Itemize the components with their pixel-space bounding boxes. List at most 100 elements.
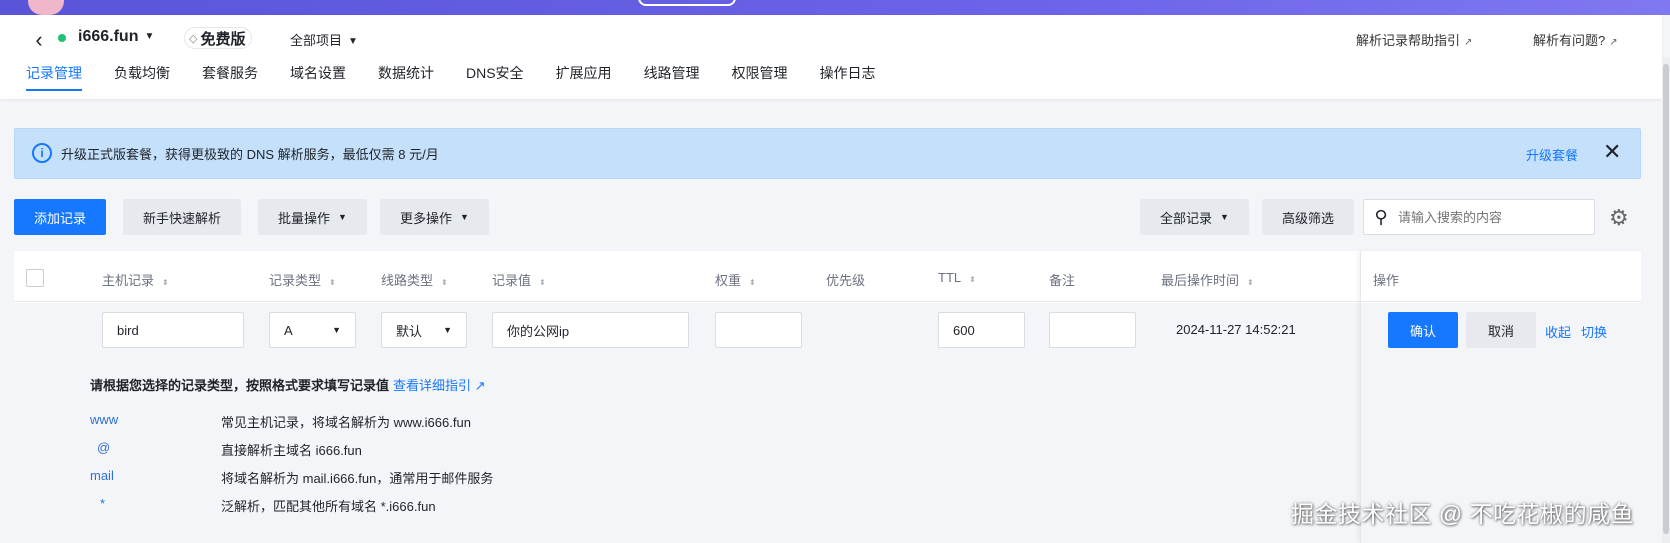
quick-resolve-button[interactable]: 新手快速解析 xyxy=(123,199,242,235)
caret-down-icon: ▼ xyxy=(460,212,469,222)
add-record-button[interactable]: 添加记录 xyxy=(14,199,107,235)
caret-down-icon: ▼ xyxy=(443,325,452,335)
column-header-line[interactable]: 线路类型 ⬍ xyxy=(381,270,448,289)
more-ops-button[interactable]: 更多操作 ▼ xyxy=(380,199,489,235)
column-header-type[interactable]: 记录类型 ⬍ xyxy=(269,270,336,289)
more-ops-label: 更多操作 xyxy=(400,210,453,226)
caret-down-icon: ▼ xyxy=(332,325,341,335)
example-host: * xyxy=(100,496,106,511)
type-value: A xyxy=(284,322,293,338)
sort-icon: ⬍ xyxy=(441,278,448,287)
upgrade-notice: i 升级正式版套餐，获得更极致的 DNS 解析服务，最低仅需 8 元/月 升级套… xyxy=(14,128,1641,179)
guide-detail-link[interactable]: 查看详细指引 ↗ xyxy=(393,378,486,393)
column-label: 线路类型 xyxy=(381,273,434,288)
notice-text: 升级正式版套餐，获得更极致的 DNS 解析服务，最低仅需 8 元/月 xyxy=(61,147,439,162)
column-label: 权重 xyxy=(715,273,742,288)
value-input[interactable]: 你的公网ip xyxy=(492,312,689,348)
all-records-filter[interactable]: 全部记录 ▼ xyxy=(1140,199,1249,235)
upgrade-link[interactable]: 升级套餐 xyxy=(1526,145,1578,164)
guide-title: 请根据您选择的记录类型，按照格式要求填写记录值 查看详细指引 ↗ xyxy=(90,375,486,394)
help-problem-link[interactable]: 解析有问题? ↗ xyxy=(1533,30,1618,49)
column-header-value[interactable]: 记录值 ⬍ xyxy=(492,270,546,289)
tab-load-balancing[interactable]: 负载均衡 xyxy=(114,65,170,97)
scrollbar-thumb[interactable] xyxy=(1663,64,1669,534)
host-input[interactable]: bird xyxy=(102,312,244,348)
format-guide-panel: 请根据您选择的记录类型，按照格式要求填写记录值 查看详细指引 ↗ www 常见主机… xyxy=(14,358,1360,543)
tab-extensions[interactable]: 扩展应用 xyxy=(556,65,612,97)
all-records-label: 全部记录 xyxy=(1160,210,1213,226)
column-header-weight[interactable]: 权重 ⬍ xyxy=(715,270,756,289)
search-input[interactable] xyxy=(1398,209,1578,225)
example-host: @ xyxy=(97,440,111,455)
sort-icon: ⬍ xyxy=(749,278,756,287)
gear-icon[interactable]: ⚙ xyxy=(1609,205,1629,231)
plan-badge[interactable]: ◇ 免费版 xyxy=(184,27,253,49)
banner-pill-button[interactable] xyxy=(638,0,736,6)
tab-domain-settings[interactable]: 域名设置 xyxy=(290,65,346,97)
mascot-image xyxy=(28,0,64,15)
help-guide-link[interactable]: 解析记录帮助指引 ↗ xyxy=(1356,30,1472,49)
column-label: 记录类型 xyxy=(269,273,322,288)
cancel-button[interactable]: 取消 xyxy=(1466,312,1536,348)
tab-line-management[interactable]: 线路管理 xyxy=(644,65,700,97)
advanced-filter-button[interactable]: 高级筛选 xyxy=(1262,199,1355,235)
search-box: ⚲ xyxy=(1363,199,1595,235)
guide-link-label: 查看详细指引 xyxy=(393,378,472,393)
caret-down-icon: ▼ xyxy=(338,212,347,222)
tab-dns-security[interactable]: DNS安全 xyxy=(466,65,524,97)
example-desc: 常见主机记录，将域名解析为 www.i666.fun xyxy=(221,415,471,430)
switch-link[interactable]: 切换 xyxy=(1581,322,1607,341)
tab-record-management[interactable]: 记录管理 xyxy=(26,65,82,97)
column-header-priority: 优先级 xyxy=(826,273,866,288)
diamond-icon: ◇ xyxy=(189,32,198,45)
column-label: 最后操作时间 xyxy=(1161,273,1240,288)
sort-icon: ⬍ xyxy=(539,278,546,287)
page-scrollbar[interactable] xyxy=(1662,58,1670,543)
confirm-button[interactable]: 确认 xyxy=(1388,312,1458,348)
sort-icon: ⬍ xyxy=(1247,278,1254,287)
type-select[interactable]: A ▼ xyxy=(269,312,356,348)
help-problem-label: 解析有问题? xyxy=(1533,33,1606,48)
tab-operation-log[interactable]: 操作日志 xyxy=(820,65,876,97)
sort-icon: ⬍ xyxy=(969,275,976,284)
collapse-link[interactable]: 收起 xyxy=(1545,322,1571,341)
nav-tabs: 记录管理 负载均衡 套餐服务 域名设置 数据统计 DNS安全 扩展应用 线路管理… xyxy=(26,65,908,97)
project-selector[interactable]: 全部项目 ▼ xyxy=(290,30,358,49)
tab-statistics[interactable]: 数据统计 xyxy=(378,65,434,97)
column-header-remark: 备注 xyxy=(1049,273,1076,288)
promo-banner xyxy=(0,0,1670,15)
external-link-icon: ↗ xyxy=(1464,37,1473,48)
example-host: mail xyxy=(90,468,114,483)
close-icon[interactable]: ✕ xyxy=(1603,139,1621,165)
page-header: ‹ i666.fun ▼ ◇ 免费版 全部项目 ▼ 解析记录帮助指引 ↗ 解析有问题? ↗… xyxy=(0,15,1662,99)
remark-input[interactable] xyxy=(1049,312,1136,348)
domain-name: i666.fun xyxy=(78,28,139,45)
line-value: 默认 xyxy=(396,323,423,339)
info-icon: i xyxy=(32,143,52,163)
example-desc: 直接解析主域名 i666.fun xyxy=(221,443,362,458)
line-select[interactable]: 默认 ▼ xyxy=(381,312,467,348)
last-modified-time: 2024-11-27 14:52:21 xyxy=(1176,322,1296,337)
ttl-input[interactable]: 600 xyxy=(938,312,1025,348)
column-label: 记录值 xyxy=(492,273,532,288)
select-all-checkbox[interactable] xyxy=(26,269,44,287)
help-guide-label: 解析记录帮助指引 xyxy=(1356,33,1461,48)
caret-down-icon: ▼ xyxy=(144,31,155,43)
example-host: www xyxy=(90,412,119,427)
project-label: 全部项目 xyxy=(290,33,343,48)
caret-down-icon: ▼ xyxy=(1220,212,1229,222)
example-desc: 将域名解析为 mail.i666.fun，通常用于邮件服务 xyxy=(221,471,494,486)
column-label: 主机记录 xyxy=(102,273,155,288)
back-icon[interactable]: ‹ xyxy=(30,27,48,52)
batch-ops-button[interactable]: 批量操作 ▼ xyxy=(258,199,367,235)
example-desc: 泛解析，匹配其他所有域名 *.i666.fun xyxy=(221,499,436,514)
tab-permissions[interactable]: 权限管理 xyxy=(732,65,788,97)
sort-icon: ⬍ xyxy=(162,278,169,287)
column-header-time[interactable]: 最后操作时间 ⬍ xyxy=(1161,270,1254,289)
batch-ops-label: 批量操作 xyxy=(278,210,331,226)
weight-input[interactable] xyxy=(715,312,802,348)
domain-selector[interactable]: i666.fun ▼ xyxy=(78,28,154,46)
tab-plan-service[interactable]: 套餐服务 xyxy=(202,65,258,97)
column-header-ttl[interactable]: TTL ⬍ xyxy=(938,270,976,285)
column-header-host[interactable]: 主机记录 ⬍ xyxy=(102,270,169,289)
